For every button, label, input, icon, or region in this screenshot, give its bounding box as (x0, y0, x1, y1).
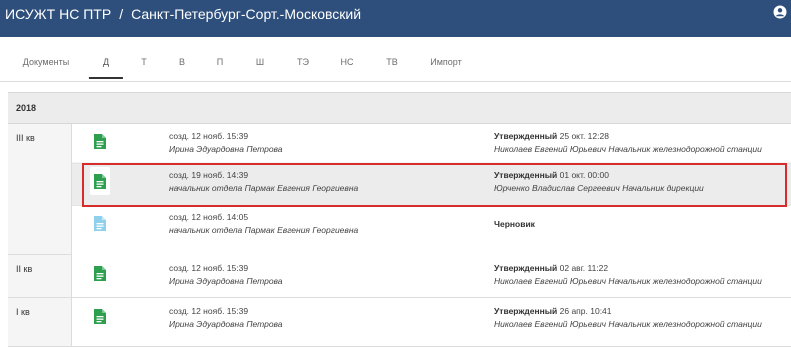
tab-te[interactable]: ТЭ (297, 57, 309, 67)
created-date: созд. 19 нояб. 14:39 (169, 170, 249, 180)
status-label: Утвержденный (494, 306, 558, 316)
status-date: 25 окт. 12:28 (557, 131, 609, 141)
created-date: созд. 12 нояб. 15:39 (169, 306, 249, 316)
status-label: Утвержденный (494, 131, 558, 141)
created-date: созд. 12 нояб. 15:39 (169, 131, 249, 141)
document-author: Ирина Эдуардовна Петрова (169, 319, 283, 329)
status-text: Утвержденный 25 окт. 12:28 (494, 131, 609, 141)
document-icon[interactable] (94, 174, 106, 189)
tab-p[interactable]: П (217, 57, 223, 67)
header-title: ИСУЖТ НС ПТР / Санкт-Петербург-Сорт.-Моско… (5, 6, 361, 22)
tab-documents[interactable]: Документы (23, 57, 69, 67)
document-author: Ирина Эдуардовна Петрова (169, 276, 283, 286)
document-author: начальник отдела Пармак Евгения Георгиев… (169, 225, 359, 235)
tab-import[interactable]: Импорт (430, 57, 461, 67)
status-text: Утвержденный 01 окт. 00:00 (494, 170, 609, 180)
document-author: Ирина Эдуардовна Петрова (169, 144, 283, 154)
quarter-group-3: III кв созд. 12 нояб. 15:39 Ирина Эдуард… (8, 124, 791, 255)
station-name: Санкт-Петербург-Сорт.-Московский (131, 6, 362, 22)
status-date: 02 авг. 11:22 (557, 263, 609, 273)
document-icon[interactable] (94, 216, 106, 231)
approver-name: Юрченко Владислав Сергеевич Начальник ди… (494, 183, 704, 193)
tab-sh[interactable]: Ш (256, 57, 264, 67)
document-icon[interactable] (94, 309, 106, 324)
quarter-label: II кв (16, 264, 33, 274)
user-circle-icon[interactable] (773, 5, 787, 19)
created-date: созд. 12 нояб. 14:05 (169, 212, 249, 222)
tab-tv[interactable]: ТВ (386, 57, 398, 67)
approver-name: Николаев Евгений Юрьевич Начальник желез… (494, 276, 762, 286)
document-row[interactable]: созд. 12 нояб. 14:05 начальник отдела Па… (72, 205, 791, 255)
status-text: Утвержденный 02 авг. 11:22 (494, 263, 608, 273)
title-separator: / (119, 6, 124, 22)
approver-name: Николаев Евгений Юрьевич Начальник желез… (494, 319, 762, 329)
status-date: 26 апр. 10:41 (557, 306, 612, 316)
app-header: ИСУЖТ НС ПТР / Санкт-Петербург-Сорт.-Моско… (0, 0, 791, 37)
tab-v[interactable]: В (179, 57, 185, 67)
document-author: начальник отдела Пармак Евгения Георгиев… (169, 183, 359, 193)
tab-ns[interactable]: НС (341, 57, 354, 67)
status-text: Утвержденный 26 апр. 10:41 (494, 306, 612, 316)
year-row: 2018 (8, 93, 791, 124)
status-date: 01 окт. 00:00 (557, 170, 609, 180)
document-row[interactable]: созд. 12 нояб. 15:39 Ирина Эдуардовна Пе… (72, 298, 791, 346)
quarter-label: I кв (16, 307, 30, 317)
quarter-label: III кв (16, 133, 35, 143)
document-row-selected[interactable]: созд. 19 нояб. 14:39 начальник отдела Па… (72, 163, 791, 205)
quarter-group-2: II кв созд. 12 нояб. 15:39 Ирина Эдуардо… (8, 255, 791, 298)
status-label: Утвержденный (494, 263, 558, 273)
status-label: Утвержденный (494, 170, 558, 180)
document-icon[interactable] (94, 266, 106, 281)
tab-bar: Документы Д Т В П Ш ТЭ НС ТВ Импорт (0, 37, 791, 82)
status-label: Черновик (494, 219, 535, 229)
app-title[interactable]: ИСУЖТ НС ПТР (5, 6, 111, 22)
document-row[interactable]: созд. 12 нояб. 15:39 Ирина Эдуардовна Пе… (72, 124, 791, 162)
document-row[interactable]: созд. 12 нояб. 15:39 Ирина Эдуардовна Пе… (72, 255, 791, 297)
documents-table: 2018 III кв созд. 12 нояб. 15:39 Ирина Э… (8, 92, 791, 347)
year-label: 2018 (16, 103, 37, 113)
status-text: Черновик (494, 219, 535, 229)
document-icon[interactable] (94, 134, 106, 149)
approver-name: Николаев Евгений Юрьевич Начальник желез… (494, 144, 762, 154)
quarter-group-1: I кв созд. 12 нояб. 15:39 Ирина Эдуардов… (8, 298, 791, 347)
tab-t[interactable]: Т (141, 57, 147, 67)
created-date: созд. 12 нояб. 15:39 (169, 263, 249, 273)
tab-d[interactable]: Д (88, 57, 124, 79)
